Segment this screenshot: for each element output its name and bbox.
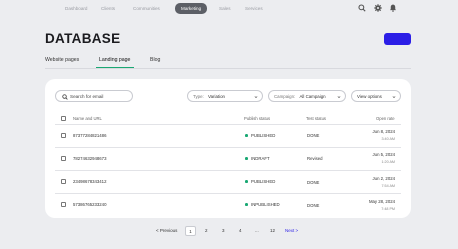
pagination-ellipsis: ... <box>255 228 259 233</box>
search-icon <box>62 93 68 100</box>
row-time: 7:48 PM <box>381 206 395 211</box>
row-date: Jun 2, 2024 <box>372 176 395 181</box>
row-publish-status: PUBLISHED <box>251 133 276 138</box>
row-date: Jun 5, 2024 <box>372 152 395 157</box>
search-input[interactable] <box>70 92 130 101</box>
nav-item-marketing[interactable]: Marketing <box>175 3 208 14</box>
column-header-open-rate[interactable]: Open rate <box>376 116 395 121</box>
row-name[interactable]: 23498678343412 <box>73 179 106 184</box>
row-publish-status: PUBLISHED <box>251 179 276 184</box>
campaign-select-value: All Campaign <box>299 94 326 99</box>
row-test-status: DONE <box>307 133 320 138</box>
row-checkbox[interactable] <box>61 178 67 184</box>
row-divider <box>55 193 401 194</box>
row-date: May 28, 2024 <box>368 199 395 204</box>
row-divider <box>55 147 401 148</box>
type-select-value: Variation <box>207 94 225 99</box>
chevron-down-icon <box>392 95 396 99</box>
campaign-select[interactable]: Campaign: All Campaign <box>268 90 346 102</box>
pagination-page-1[interactable]: 1 <box>185 226 196 236</box>
chevron-down-icon <box>337 95 341 99</box>
pagination-page-4[interactable]: 4 <box>239 228 242 233</box>
row-checkbox[interactable] <box>61 155 67 161</box>
primary-action-button[interactable] <box>384 33 411 45</box>
nav-item-sales[interactable]: Sales <box>219 4 231 13</box>
column-header-name[interactable]: Name and URL <box>73 116 102 121</box>
tab-blog[interactable]: Blog <box>150 57 160 63</box>
row-publish-status: INDRAFT <box>251 156 270 161</box>
column-header-test-status[interactable]: Test status <box>306 116 326 121</box>
bell-icon[interactable] <box>389 4 397 12</box>
column-header-publish-status[interactable]: Publish status <box>244 116 270 121</box>
row-test-status: DONE <box>307 203 320 208</box>
row-name[interactable]: 57386765233240 <box>73 202 106 207</box>
tab-website-pages[interactable]: Website pages <box>45 57 79 63</box>
select-all-checkbox[interactable] <box>61 115 67 121</box>
view-options-label: View options <box>357 94 382 99</box>
row-publish-status: INPUBLISHED <box>251 202 280 207</box>
search-icon[interactable] <box>358 4 366 12</box>
status-dot <box>245 157 248 160</box>
nav-item-dashboard[interactable]: Dashboard <box>65 4 87 13</box>
row-checkbox[interactable] <box>61 201 67 207</box>
row-test-status: DONE <box>307 180 320 185</box>
status-dot <box>245 134 248 137</box>
pagination-previous[interactable]: < Previous <box>156 228 177 233</box>
row-name[interactable]: 87377284821486 <box>73 133 106 138</box>
top-navigation: Dashboard Clients Communities Marketing … <box>0 0 458 17</box>
search-field[interactable] <box>55 90 133 102</box>
page-title: DATABASE <box>45 31 121 46</box>
row-checkbox[interactable] <box>61 132 67 138</box>
row-time: 3:40 AM <box>381 136 395 141</box>
active-tab-indicator <box>96 67 134 69</box>
nav-item-clients[interactable]: Clients <box>101 4 115 13</box>
row-test-status: Revised <box>307 156 323 161</box>
gear-icon[interactable] <box>374 4 382 12</box>
row-name[interactable]: 78274632948673 <box>73 156 106 161</box>
nav-item-services[interactable]: Services <box>245 4 263 13</box>
pagination-page-3[interactable]: 3 <box>222 228 225 233</box>
chevron-down-icon <box>254 95 258 99</box>
row-divider <box>55 170 401 171</box>
row-date: Jun 8, 2024 <box>372 129 395 134</box>
type-select[interactable]: Type: Variation <box>187 90 263 102</box>
header-divider <box>55 124 401 125</box>
pagination-page-2[interactable]: 2 <box>205 228 208 233</box>
row-time: 1:20 AM <box>381 159 395 164</box>
view-options-select[interactable]: View options <box>351 90 401 102</box>
campaign-select-label: Campaign: <box>274 94 296 99</box>
pagination-next[interactable]: Next > <box>285 228 298 233</box>
status-dot <box>245 203 248 206</box>
nav-item-communities[interactable]: Communities <box>133 4 160 13</box>
pagination-page-12[interactable]: 12 <box>270 228 275 233</box>
row-time: 7:54 AM <box>381 183 395 188</box>
type-select-label: Type: <box>193 94 204 99</box>
status-dot <box>245 180 248 183</box>
tab-landing-page[interactable]: Landing page <box>99 57 130 63</box>
